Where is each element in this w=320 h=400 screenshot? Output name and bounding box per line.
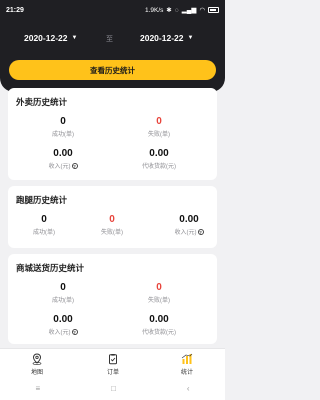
fail-label: 失败(单) [148,298,170,304]
nav-item-stats[interactable]: 统计 [167,353,207,376]
date-range: 2020-12-22 ▼ 至 2020-12-22 ▼ [0,33,225,47]
net-speed: 1.9K/s [144,6,164,14]
income-value: 0.00 [53,148,73,159]
battery-icon [208,7,219,13]
chevron-down-icon: ▼ [187,35,194,41]
fail-count: 0 [156,116,162,127]
bluetooth-icon: ✱ [166,7,172,14]
card-title: 跑腿历史统计 [16,195,68,205]
end-date: 2020-12-22 [140,33,184,43]
signal-icon: ▂▄▆ [181,7,197,14]
date-separator: 至 [106,36,113,43]
income-label: 收入(元)? [48,328,78,336]
bottom-nav: 地图 订单 统计 [0,348,225,376]
fail-label: 失败(单) [148,132,170,138]
income-value: 0.00 [53,314,73,325]
help-icon[interactable]: ? [71,328,78,335]
nav-item-map[interactable]: 地图 [17,353,57,376]
menu-icon[interactable]: ≡ [35,384,40,393]
card-title: 外卖历史统计 [16,97,68,107]
income-value: 0.00 [179,214,199,225]
bar-chart-icon [181,353,193,364]
status-icons: 1.9K/s ✱ ◌ ▂▄▆ ◠ [145,6,219,14]
back-icon[interactable]: ‹ [187,384,190,393]
success-label: 成功(单) [52,132,74,138]
income-label: 收入(元)? [48,162,78,170]
view-history-button[interactable]: 查看历史统计 [9,60,216,80]
cod-label: 代收货款(元) [142,164,176,170]
status-time: 21:29 [6,6,24,14]
start-date-picker[interactable]: 2020-12-22 ▼ [24,33,77,43]
cod-value: 0.00 [149,314,169,325]
success-count: 0 [60,116,66,127]
wifi-icon: ◠ [199,7,205,14]
mall-stats-card: 商城送货历史统计 0 成功(单) 0 失败(单) 0.00 收入(元)? 0.0… [8,254,217,344]
success-label: 成功(单) [52,298,74,304]
header-panel [0,20,225,92]
home-icon[interactable]: □ [111,384,116,393]
cod-label: 代收货款(元) [142,330,176,336]
chevron-down-icon: ▼ [71,35,78,41]
clipboard-icon [109,354,117,365]
fail-count: 0 [156,282,162,293]
mute-icon: ◌ [174,6,179,14]
nav-item-orders[interactable]: 订单 [93,353,133,376]
status-bar: 21:29 1.9K/s ✱ ◌ ▂▄▆ ◠ [0,0,225,20]
fail-count: 0 [109,214,115,225]
card-title: 商城送货历史统计 [16,263,85,273]
system-nav-bar: ≡ □ ‹ [0,376,225,400]
takeout-stats-card: 外卖历史统计 0 成功(单) 0 失败(单) 0.00 收入(元)? 0.00 … [8,88,217,180]
end-date-picker[interactable]: 2020-12-22 ▼ [140,33,193,43]
help-icon[interactable]: ? [197,228,204,235]
start-date: 2020-12-22 [24,33,68,43]
errand-stats-card: 跑腿历史统计 0 成功(单) 0 失败(单) 0.00 收入(元)? [8,186,217,248]
success-count: 0 [60,282,66,293]
help-icon[interactable]: ? [71,162,78,169]
fail-label: 失败(单) [101,230,123,236]
cod-value: 0.00 [149,148,169,159]
map-pin-icon [32,353,42,365]
income-label: 收入(元)? [174,228,204,236]
